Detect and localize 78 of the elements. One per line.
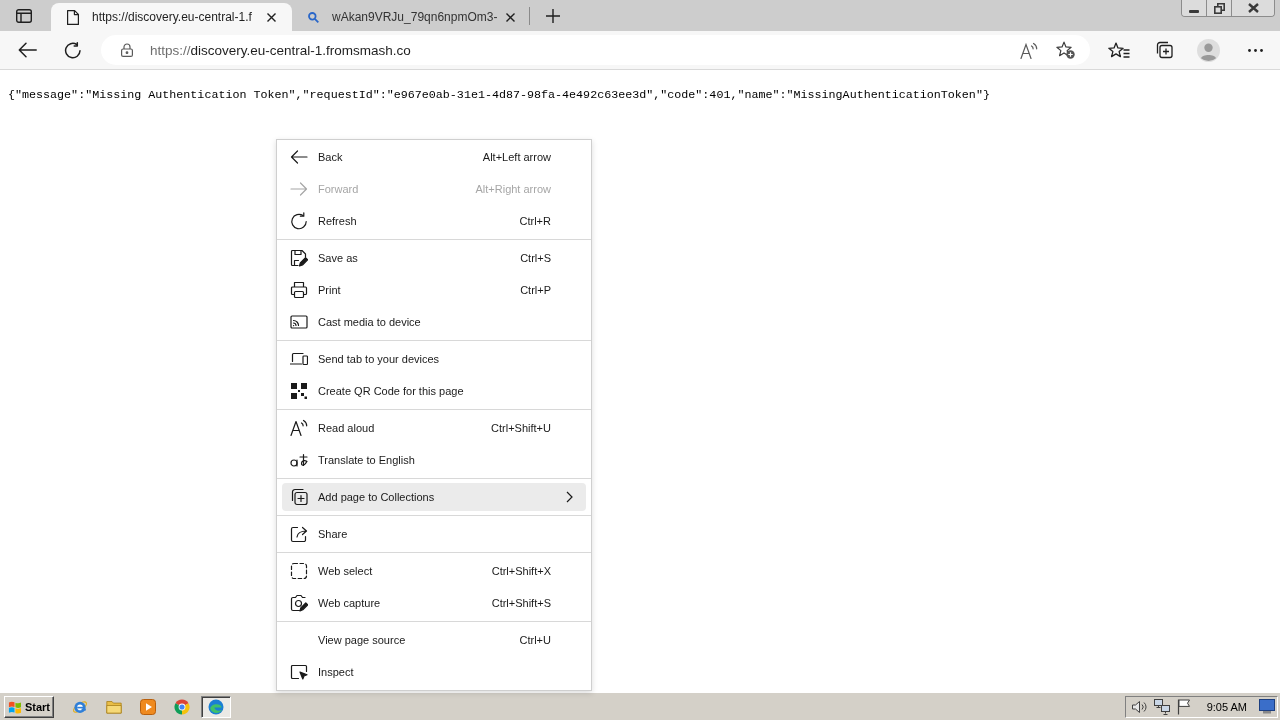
box-arrow-icon <box>290 525 308 543</box>
close-window-button[interactable] <box>1232 0 1274 16</box>
shortcut-text: Ctrl+R <box>519 215 551 227</box>
menu-item[interactable]: Inspect <box>282 658 586 686</box>
shortcut-text: Ctrl+S <box>520 252 551 264</box>
menu-item[interactable]: Send tab to your devices <box>282 345 586 373</box>
laptop-phone-icon <box>290 350 308 368</box>
screen-waves-icon <box>290 313 308 331</box>
segmented-circle-icon <box>174 698 190 715</box>
shortcut-text: Alt+Right arrow <box>475 183 551 195</box>
padlock-icon[interactable] <box>121 43 133 57</box>
ellipsis-icon[interactable] <box>1248 48 1263 52</box>
response-text: {"message":"Missing Authentication Token","requestId":"e967e0ab-31e1-4d87-98fa-4e492c63ee3d","code":401,"name":"MissingAuthenticationToken"} <box>8 88 990 102</box>
qr-code-icon <box>290 382 308 400</box>
menu-item[interactable]: Share <box>282 520 586 548</box>
shortcut-text: Ctrl+Shift+S <box>491 597 551 609</box>
restore-button[interactable] <box>1207 0 1232 16</box>
swirl-icon <box>208 698 224 715</box>
address-field[interactable]: https://discovery.eu-central-1.fromsmash.co <box>101 35 1090 65</box>
menu-item[interactable]: Back Alt+Left arrow <box>282 143 586 171</box>
left-arrow-icon[interactable] <box>18 42 37 58</box>
browser-tab[interactable]: wAkan9VRJu_79qn6npmOm3- <box>296 3 527 31</box>
star-plus-icon[interactable] <box>1056 41 1075 59</box>
menu-item[interactable]: Create QR Code for this page <box>282 377 586 405</box>
minus-icon <box>1189 10 1199 13</box>
waving-flag-icon <box>8 699 22 714</box>
document-icon <box>67 9 79 25</box>
taskbar-button[interactable] <box>201 695 231 718</box>
shortcut-text: Ctrl+Shift+U <box>491 422 551 434</box>
avatar-icon[interactable] <box>1197 38 1220 62</box>
letter-a-waves-icon <box>290 419 308 437</box>
dashed-square-icon <box>290 562 308 580</box>
sidebar-panel-icon[interactable] <box>16 9 32 23</box>
shortcut-text: Ctrl+Shift+X <box>491 565 551 577</box>
menu-item[interactable]: Refresh Ctrl+R <box>282 207 586 235</box>
menu-item[interactable]: Read aloud Ctrl+Shift+U <box>282 414 586 442</box>
shortcut-text: Ctrl+U <box>519 634 551 646</box>
flag-icon[interactable] <box>1176 698 1191 715</box>
close-icon <box>1247 3 1259 13</box>
shortcut-text: Ctrl+P <box>520 284 551 296</box>
speaker-icon[interactable] <box>1130 698 1147 715</box>
browser-tab[interactable]: https://discovery.eu-central-1.f <box>51 3 292 31</box>
folder-icon <box>106 698 122 715</box>
close-icon[interactable] <box>506 12 515 22</box>
menu-item[interactable]: Add page to Collections <box>282 483 586 511</box>
plus-icon[interactable] <box>546 9 560 23</box>
circular-arrow-icon <box>290 212 308 230</box>
monitors-icon[interactable] <box>1153 698 1170 715</box>
circular-arrow-icon[interactable] <box>64 41 81 59</box>
minimize-button[interactable] <box>1182 0 1207 16</box>
floppy-pencil-icon <box>290 249 308 267</box>
menu-item[interactable]: Save as Ctrl+S <box>282 244 586 272</box>
chevron-right-icon <box>566 491 573 503</box>
window-cursor-icon <box>290 663 308 681</box>
printer-icon <box>290 281 308 299</box>
right-arrow-icon <box>290 180 308 198</box>
menu-item[interactable]: View page source Ctrl+U <box>282 626 586 654</box>
search-icon <box>308 11 319 23</box>
letter-a-waves-icon[interactable] <box>1020 41 1038 59</box>
letter-e-orbit-icon <box>72 698 88 715</box>
menu-item[interactable]: Translate to English <box>282 446 586 474</box>
left-arrow-icon <box>290 148 308 166</box>
close-icon[interactable] <box>267 12 276 22</box>
letters-icon <box>290 451 308 469</box>
two-squares-icon <box>1213 2 1225 14</box>
play-tile-icon <box>140 698 156 715</box>
monitor-icon[interactable] <box>1259 699 1275 714</box>
shortcut-text: Alt+Left arrow <box>482 151 551 163</box>
star-list-icon[interactable] <box>1108 41 1130 59</box>
clock-text[interactable]: 9:05 AM <box>1206 700 1247 713</box>
menu-item[interactable]: Print Ctrl+P <box>282 276 586 304</box>
menu-item[interactable]: Web capture Ctrl+Shift+S <box>282 589 586 617</box>
squares-plus-icon <box>290 488 308 506</box>
menu-item[interactable]: Web select Ctrl+Shift+X <box>282 557 586 585</box>
start-button[interactable]: Start <box>4 695 54 718</box>
squares-plus-icon[interactable] <box>1155 41 1173 59</box>
menu-item[interactable]: Cast media to device <box>282 308 586 336</box>
camera-pencil-icon <box>290 594 308 612</box>
